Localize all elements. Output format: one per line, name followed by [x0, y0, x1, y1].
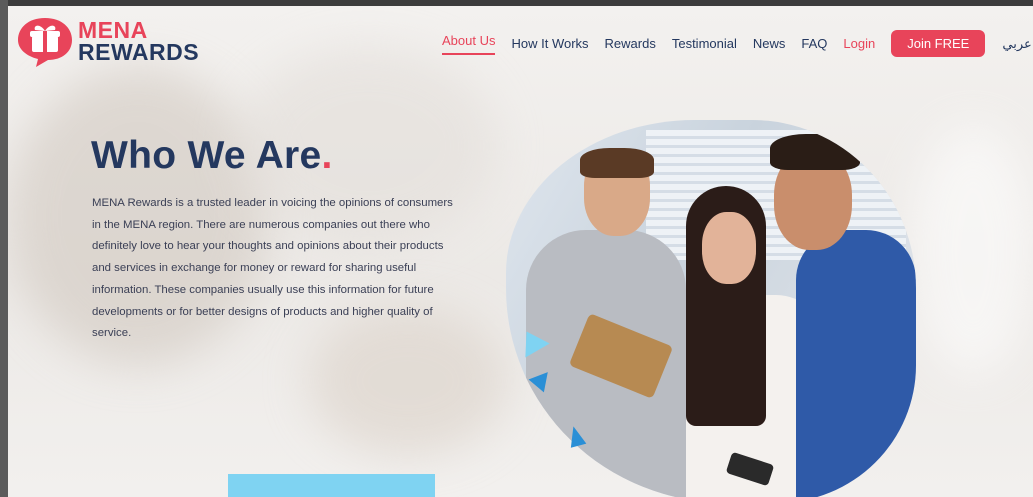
intro-paragraph: MENA Rewards is a trusted leader in voic… — [92, 197, 453, 340]
nav-faq[interactable]: FAQ — [801, 36, 827, 51]
cyan-accent-block — [228, 474, 435, 497]
page-title: Who We Are. — [91, 134, 333, 178]
join-free-button[interactable]: Join FREE — [891, 30, 986, 57]
nav-testimonial[interactable]: Testimonial — [672, 36, 737, 51]
background-blur — [908, 126, 1033, 376]
woman-face — [702, 212, 756, 284]
brand-logo[interactable]: MENA REWARDS — [16, 14, 199, 68]
title-text: Who We Are — [91, 134, 322, 177]
page: MENA REWARDS About Us How It Works Rewar… — [8, 6, 1033, 497]
brand-line1: MENA — [78, 17, 148, 43]
nav-news[interactable]: News — [753, 36, 786, 51]
site-header: MENA REWARDS About Us How It Works Rewar… — [8, 6, 1033, 76]
hero-image — [506, 120, 916, 497]
gift-bubble-icon — [18, 18, 72, 67]
man-left-hair — [580, 148, 654, 178]
brand-line2: REWARDS — [78, 39, 200, 65]
main-nav: About Us How It Works Rewards Testimonia… — [442, 30, 1032, 57]
nav-login[interactable]: Login — [843, 36, 875, 51]
man-right-suit — [796, 230, 916, 497]
man-right-hair — [770, 134, 860, 170]
language-toggle[interactable]: عربي — [1002, 36, 1031, 52]
window-edge — [0, 0, 8, 497]
nav-how-it-works[interactable]: How It Works — [511, 36, 588, 51]
nav-rewards[interactable]: Rewards — [605, 36, 656, 51]
team-photo — [506, 120, 916, 497]
nav-about-us[interactable]: About Us — [442, 33, 496, 55]
title-dot: . — [321, 134, 333, 177]
